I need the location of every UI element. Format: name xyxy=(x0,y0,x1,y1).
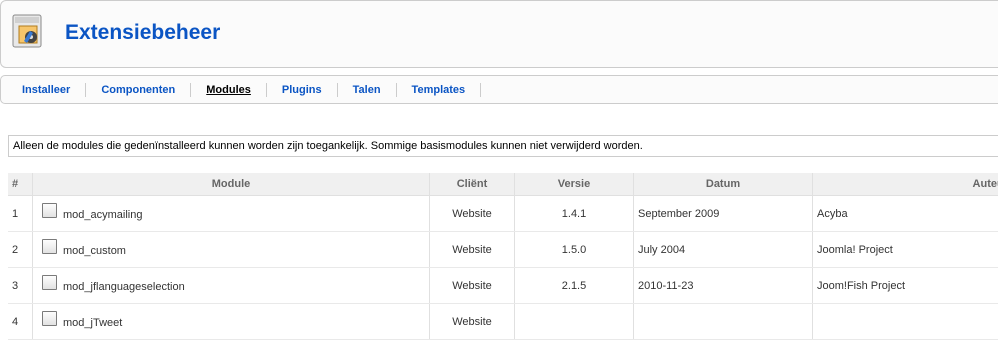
row-checkbox[interactable] xyxy=(42,203,57,218)
client-cell: Website xyxy=(429,267,515,304)
tab-installeer[interactable]: Installeer xyxy=(9,83,87,97)
table-header-row: # Module Cliënt Versie Datum Auteur xyxy=(8,173,998,196)
module-cell: mod_jTweet xyxy=(32,303,430,340)
table-row: 3 mod_jflanguageselection Website 2.1.5 … xyxy=(8,267,998,304)
notice-message: Alleen de modules die gedenïnstalleerd k… xyxy=(8,135,998,157)
row-number: 2 xyxy=(8,231,33,268)
table-row: 2 mod_custom Website 1.5.0 July 2004 Joo… xyxy=(8,231,998,268)
date-cell: July 2004 xyxy=(633,231,813,268)
author-cell: Joomla! Project xyxy=(812,231,998,268)
date-cell xyxy=(633,303,813,340)
client-cell: Website xyxy=(429,303,515,340)
column-header-version[interactable]: Versie xyxy=(514,173,634,196)
client-cell: Website xyxy=(429,231,515,268)
row-number: 1 xyxy=(8,195,33,232)
tab-componenten[interactable]: Componenten xyxy=(86,83,192,97)
row-number: 4 xyxy=(8,303,33,340)
module-cell: mod_acymailing xyxy=(32,195,430,232)
client-cell: Website xyxy=(429,195,515,232)
page-title: Extensiebeheer xyxy=(65,21,221,44)
module-name: mod_custom xyxy=(63,245,126,258)
version-cell xyxy=(514,303,634,340)
date-cell: September 2009 xyxy=(633,195,813,232)
module-cell: mod_jflanguageselection xyxy=(32,267,430,304)
row-checkbox[interactable] xyxy=(42,239,57,254)
column-header-client[interactable]: Cliënt xyxy=(429,173,515,196)
module-name: mod_acymailing xyxy=(63,209,143,222)
row-checkbox[interactable] xyxy=(42,311,57,326)
row-checkbox[interactable] xyxy=(42,275,57,290)
author-cell: Acyba xyxy=(812,195,998,232)
module-cell: mod_custom xyxy=(32,231,430,268)
row-number: 3 xyxy=(8,267,33,304)
modules-table: # Module Cliënt Versie Datum Auteur 1 mo… xyxy=(8,173,998,340)
date-cell: 2010-11-23 xyxy=(633,267,813,304)
page-header: Extensiebeheer xyxy=(0,0,998,68)
column-header-date[interactable]: Datum xyxy=(633,173,813,196)
version-cell: 1.4.1 xyxy=(514,195,634,232)
column-header-author[interactable]: Auteur xyxy=(812,173,998,196)
version-cell: 2.1.5 xyxy=(514,267,634,304)
submenu: Installeer Componenten Modules Plugins T… xyxy=(0,75,998,104)
module-name: mod_jflanguageselection xyxy=(63,281,185,294)
column-header-module[interactable]: Module xyxy=(32,173,430,196)
table-row: 1 mod_acymailing Website 1.4.1 September… xyxy=(8,195,998,232)
version-cell: 1.5.0 xyxy=(514,231,634,268)
column-header-number[interactable]: # xyxy=(8,173,33,196)
author-cell xyxy=(812,303,998,340)
tab-talen[interactable]: Talen xyxy=(338,83,397,97)
tab-modules[interactable]: Modules xyxy=(191,83,267,97)
tab-templates[interactable]: Templates xyxy=(397,83,482,97)
table-row: 4 mod_jTweet Website xyxy=(8,303,998,340)
tab-plugins[interactable]: Plugins xyxy=(267,83,338,97)
author-cell: Joom!Fish Project xyxy=(812,267,998,304)
extension-manager-icon xyxy=(12,14,42,48)
module-name: mod_jTweet xyxy=(63,317,123,330)
